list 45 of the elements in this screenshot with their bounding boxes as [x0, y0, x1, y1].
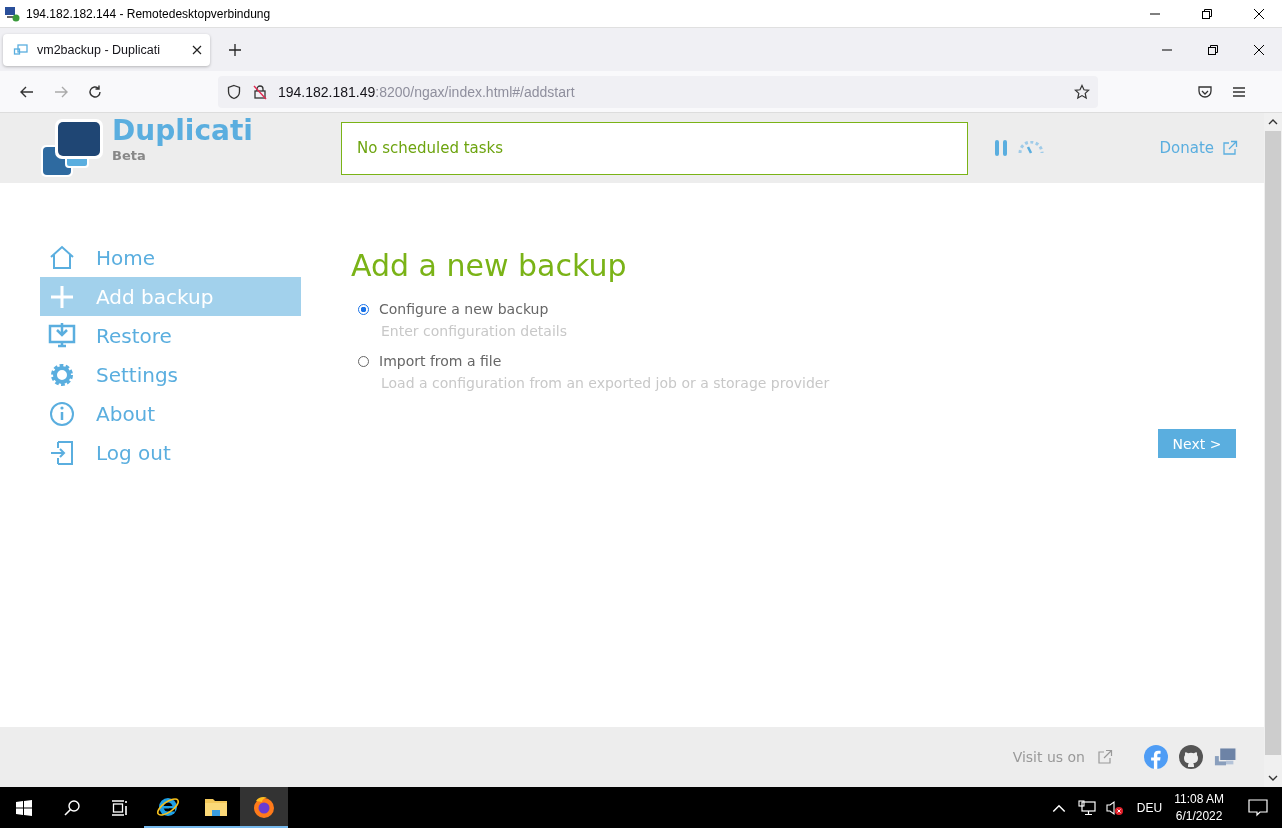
sidebar-item[interactable]: Log out [40, 433, 301, 472]
duplicati-tab-icon [13, 41, 29, 58]
clock-time[interactable]: 11:08 AM [1174, 792, 1224, 806]
next-button[interactable]: Next > [1158, 429, 1236, 458]
scroll-up-icon[interactable] [1268, 119, 1278, 125]
scroll-down-icon[interactable] [1268, 775, 1278, 781]
clock-date[interactable]: 6/1/2022 [1175, 809, 1223, 823]
restore-icon [1201, 7, 1213, 20]
github-icon[interactable] [1179, 745, 1203, 769]
external-link-icon [1097, 749, 1113, 765]
firefox-icon[interactable] [240, 787, 288, 828]
shield-icon[interactable] [226, 83, 242, 100]
duplicati-logo-icon [40, 118, 104, 178]
bookmark-star-icon[interactable] [1074, 83, 1090, 100]
page-heading: Add a new backup [351, 248, 628, 283]
close-icon [1253, 43, 1265, 56]
window-title: 194.182.182.144 - Remotedesktopverbindung [26, 6, 271, 21]
option-label[interactable]: Configure a new backup [379, 301, 549, 317]
visit-us-text: Visit us on [1012, 749, 1085, 765]
address-field[interactable]: 194.182.181.49:8200/ngax/index.html#/addstart [218, 75, 1098, 108]
monitor-download-icon [48, 321, 76, 350]
sidebar-item[interactable]: About [40, 394, 301, 433]
radio-button[interactable] [358, 303, 369, 315]
logout-icon [48, 438, 76, 467]
browser-tab[interactable]: vm2backup - Duplicati [3, 33, 210, 66]
sidebar-item[interactable]: Restore [40, 316, 301, 355]
insecure-lock-icon[interactable] [252, 83, 268, 100]
status-text: No scheduled tasks [357, 139, 504, 157]
home-icon [48, 243, 76, 272]
new-tab-icon[interactable] [228, 42, 242, 57]
app-title: Duplicati [112, 114, 253, 148]
sidebar-item[interactable]: Add backup [40, 277, 301, 316]
option-label[interactable]: Import from a file [379, 353, 502, 369]
input-language[interactable]: DEU [1136, 800, 1163, 815]
sidebar-item[interactable]: Settings [40, 355, 301, 394]
restore-icon [1207, 43, 1219, 56]
scrollbar[interactable] [1264, 113, 1282, 787]
close-tab-icon[interactable] [192, 44, 202, 55]
remote-desktop-icon [4, 5, 20, 22]
app-subtitle: Beta [112, 148, 147, 163]
donate-link[interactable]: Donate [1159, 139, 1214, 157]
info-icon [48, 399, 76, 428]
facebook-icon[interactable] [1144, 745, 1168, 769]
close-icon [1253, 7, 1265, 20]
sidebar-item[interactable]: Home [40, 238, 301, 277]
